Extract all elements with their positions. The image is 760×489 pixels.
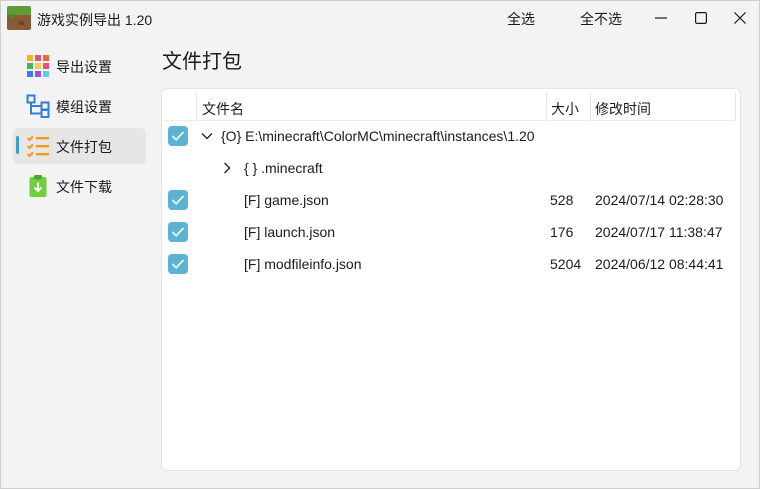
checkmark-icon — [171, 131, 185, 141]
table-row[interactable]: [F] game.json 528 2024/07/14 02:28:30 — [162, 184, 740, 216]
column-header-name[interactable]: 文件名 — [198, 95, 244, 121]
file-name: { } .minecraft — [244, 160, 323, 176]
sidebar-item-export-settings[interactable]: 导出设置 — [13, 48, 146, 84]
table-row[interactable]: {O} E:\minecraft\ColorMC\minecraft\insta… — [162, 120, 740, 152]
checklist-icon — [26, 135, 49, 158]
clipboard-download-icon — [29, 175, 47, 197]
file-size: 5204 — [550, 256, 582, 272]
row-checkbox[interactable] — [168, 190, 188, 210]
sidebar-item-label: 模组设置 — [56, 99, 112, 115]
app-window: 游戏实例导出 1.20 全选 全不选 导出设置 模组设置 文件打包 文件下载 文… — [0, 0, 760, 489]
maximize-button[interactable] — [688, 6, 714, 30]
checkmark-icon — [171, 259, 185, 269]
file-name: [F] modfileinfo.json — [244, 256, 362, 272]
table-row[interactable]: [F] modfileinfo.json 5204 2024/06/12 08:… — [162, 248, 740, 280]
sidebar-item-label: 文件打包 — [56, 139, 112, 155]
row-checkbox[interactable] — [168, 126, 188, 146]
checkmark-icon — [171, 195, 185, 205]
select-none-button[interactable]: 全不选 — [580, 9, 622, 29]
column-header-modified[interactable]: 修改时间 — [591, 95, 651, 121]
color-grid-icon — [27, 55, 49, 77]
file-name: {O} E:\minecraft\ColorMC\minecraft\insta… — [221, 128, 535, 144]
sidebar-item-mod-settings[interactable]: 模组设置 — [13, 88, 146, 124]
grass-block-icon — [7, 6, 31, 30]
close-icon — [734, 12, 746, 24]
file-tree-table: 文件名 大小 修改时间 {O} E:\minecraft\ColorMC\min… — [161, 88, 741, 471]
page-title: 文件打包 — [162, 51, 242, 73]
minimize-icon — [655, 17, 667, 19]
file-modified: 2024/07/17 11:38:47 — [595, 224, 723, 240]
active-indicator — [16, 136, 19, 154]
table-row[interactable]: { } .minecraft — [162, 152, 740, 184]
file-modified: 2024/06/12 08:44:41 — [595, 256, 724, 272]
chevron-right-icon[interactable] — [220, 161, 234, 175]
maximize-icon — [695, 12, 707, 24]
sidebar-item-label: 导出设置 — [56, 59, 112, 75]
window-title: 游戏实例导出 1.20 — [37, 12, 153, 28]
sidebar-item-file-download[interactable]: 文件下载 — [13, 168, 146, 204]
row-checkbox[interactable] — [168, 254, 188, 274]
tree-structure-icon — [26, 94, 50, 118]
checkmark-icon — [171, 227, 185, 237]
title-bar[interactable]: 游戏实例导出 1.20 全选 全不选 — [1, 1, 759, 37]
file-size: 528 — [550, 192, 574, 208]
chevron-down-icon[interactable] — [200, 129, 214, 143]
file-name: [F] launch.json — [244, 224, 336, 240]
table-row[interactable]: [F] launch.json 176 2024/07/17 11:38:47 — [162, 216, 740, 248]
column-header-size[interactable]: 大小 — [547, 95, 579, 121]
minimize-button[interactable] — [648, 6, 674, 30]
file-size: 176 — [550, 224, 574, 240]
file-modified: 2024/07/14 02:28:30 — [595, 192, 724, 208]
sidebar-item-file-pack[interactable]: 文件打包 — [13, 128, 146, 164]
row-checkbox[interactable] — [168, 222, 188, 242]
sidebar-item-label: 文件下载 — [56, 179, 112, 195]
close-button[interactable] — [727, 6, 753, 30]
file-name: [F] game.json — [244, 192, 329, 208]
select-all-button[interactable]: 全选 — [507, 9, 535, 29]
